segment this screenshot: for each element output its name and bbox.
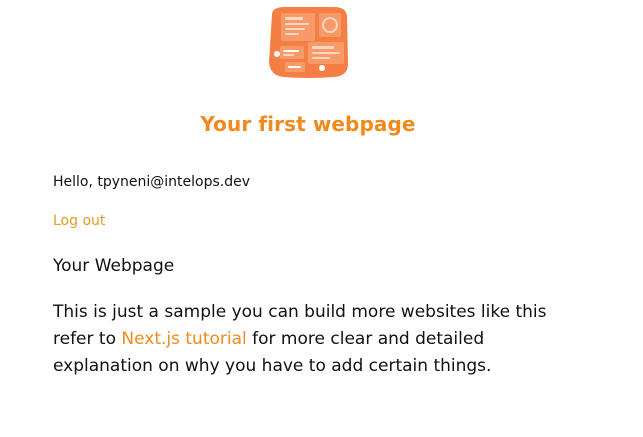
user-greeting: Hello, tpyneni@intelops.dev xyxy=(53,174,251,190)
page-title: Your first webpage xyxy=(200,112,416,136)
section-heading: Your Webpage xyxy=(53,256,175,276)
nextjs-tutorial-link[interactable]: Next.js tutorial xyxy=(121,329,246,349)
page: Your first webpage Hello, tpyneni@intelo… xyxy=(0,0,643,437)
analytics-dashboard-illustration-icon xyxy=(269,7,348,78)
description-paragraph: This is just a sample you can build more… xyxy=(53,299,583,380)
logout-link[interactable]: Log out xyxy=(53,213,105,229)
